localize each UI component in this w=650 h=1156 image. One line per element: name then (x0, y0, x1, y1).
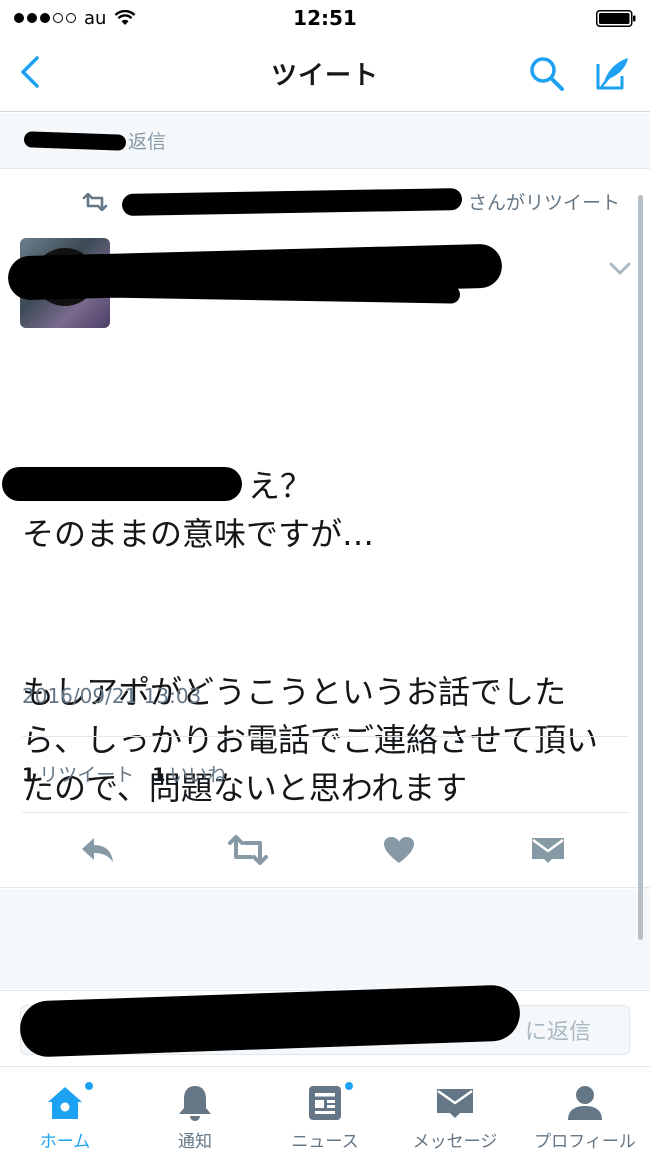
bell-icon (179, 1086, 211, 1121)
like-count: 1 (152, 764, 166, 786)
tab-label: メッセージ (412, 1132, 498, 1152)
reply-composer: に返信 (0, 984, 650, 1066)
tab-label: ホーム (39, 1132, 91, 1152)
person-icon (568, 1086, 602, 1120)
compose-quill-icon (596, 58, 628, 90)
tab-messages[interactable]: メッセージ (390, 1067, 520, 1156)
empty-replies-area (0, 889, 650, 989)
tab-notifications[interactable]: 通知 (130, 1067, 260, 1156)
direct-message-button[interactable] (524, 828, 572, 872)
signal-strength-icon (14, 13, 76, 23)
retweet-icon (228, 835, 268, 865)
retweeted-by-line[interactable]: さんがリツイート (82, 187, 621, 216)
scrollbar[interactable] (638, 195, 643, 940)
tweet-text-line: え？ (248, 467, 313, 505)
retweet-count-label: リツイート (39, 764, 135, 786)
like-button[interactable] (375, 828, 423, 872)
home-badge (84, 1081, 94, 1091)
tab-label: 通知 (178, 1132, 212, 1152)
mail-icon (437, 1089, 473, 1118)
divider (22, 812, 628, 813)
page-title: ツイート (270, 61, 379, 91)
tab-news[interactable]: ニュース (260, 1067, 390, 1156)
retweet-count: 1 (22, 764, 36, 786)
news-icon (309, 1086, 341, 1120)
redaction-scribble (23, 130, 127, 151)
heart-icon (384, 837, 414, 863)
envelope-icon (532, 838, 564, 863)
back-button[interactable] (8, 50, 52, 94)
chevron-left-icon (21, 56, 39, 88)
chevron-down-icon[interactable] (606, 258, 634, 280)
tab-label: プロフィール (534, 1132, 636, 1152)
battery-icon (596, 10, 636, 27)
nav-bar: ツイート (0, 36, 650, 112)
tweet-text-line: そのままの意味ですが… (22, 515, 375, 553)
news-badge (344, 1081, 354, 1091)
like-count-link[interactable]: 1 いいね (152, 760, 226, 787)
search-button[interactable] (525, 52, 569, 96)
tweet-detail: さんがリツイート え？ そのままの意味ですが… もしアポがどうこうというお話でした… (0, 170, 650, 888)
status-bar: au 12:51 (0, 0, 650, 36)
retweeted-by-label: さんがリツイート (468, 192, 621, 214)
tab-bar: ホーム 通知 ニュース メッセージ プロフィール (0, 1066, 650, 1156)
reply-context-label: 返信 (128, 131, 167, 153)
redaction-scribble (121, 187, 463, 216)
retweet-count-link[interactable]: 1 リツイート (22, 760, 134, 787)
divider (22, 736, 628, 737)
tab-profile[interactable]: プロフィール (520, 1067, 650, 1156)
tab-home[interactable]: ホーム (0, 1067, 130, 1156)
redaction-scribble (2, 467, 242, 501)
tweet-stats: 1 リツイート 1 いいね (22, 760, 227, 787)
tweet-timestamp: 2016/09/21 13:03 (22, 684, 202, 708)
retweet-button[interactable] (224, 828, 272, 872)
reply-placeholder: に返信 (524, 1020, 591, 1045)
search-icon (530, 57, 564, 91)
home-icon (48, 1087, 82, 1119)
reply-button[interactable] (74, 828, 122, 872)
carrier-label: au (84, 7, 107, 29)
tweet-actions (0, 828, 650, 872)
wifi-icon (115, 10, 136, 25)
tab-label: ニュース (291, 1132, 359, 1152)
like-count-label: いいね (169, 764, 227, 786)
compose-tweet-button[interactable] (588, 50, 636, 98)
retweet-icon (82, 192, 108, 211)
reply-context-bar[interactable]: 返信 (0, 113, 650, 169)
reply-icon (82, 838, 113, 862)
